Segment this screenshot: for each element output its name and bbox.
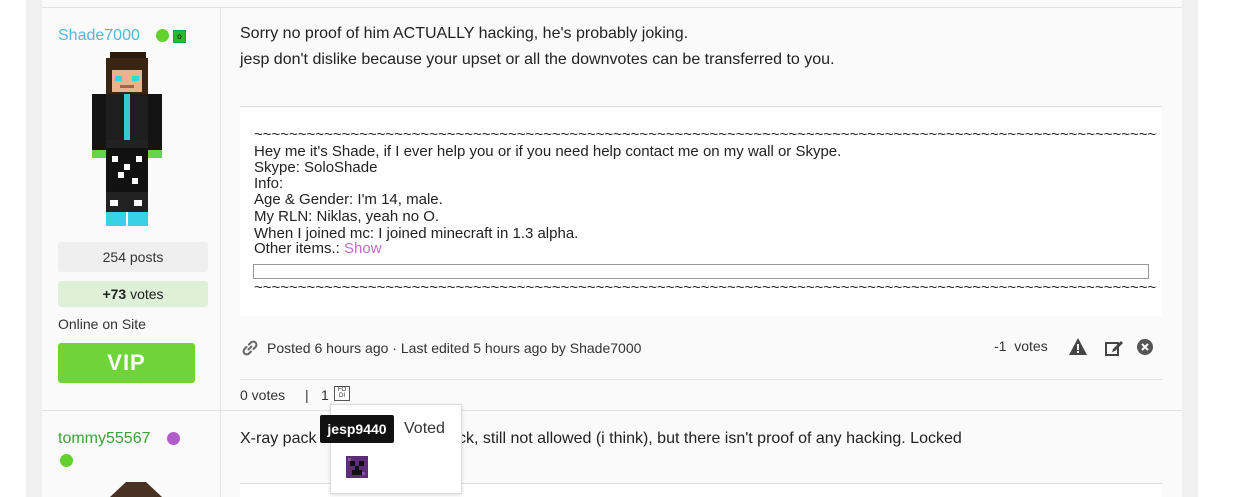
user-column-divider (220, 8, 221, 497)
vote-score-value: -1 (994, 338, 1007, 354)
left-gutter (26, 0, 42, 497)
footer-separator: | (305, 387, 309, 403)
user-votes: +73 votes (58, 281, 208, 307)
author-username[interactable]: tommy55567 (58, 430, 151, 448)
flag-icon[interactable]: FO DI (334, 386, 350, 401)
warning-icon[interactable] (1068, 337, 1088, 357)
signature-line: Age & Gender: I'm 14, male. (254, 191, 443, 208)
vote-score-label: votes (1014, 338, 1048, 354)
post-meta: Posted 6 hours ago · Last edited 5 hours… (267, 340, 641, 356)
flag-count: 1 (321, 387, 329, 403)
right-gutter (1182, 0, 1198, 497)
user-votes-value: +73 (102, 286, 127, 302)
spoiler-box (253, 264, 1149, 279)
post-divider (42, 410, 1182, 411)
divider (240, 379, 1162, 380)
post-vote-score: -1 votes (994, 338, 1048, 354)
signature-rule-top: ~~~~~~~~~~~~~~~~~~~~~~~~~~~~~~~~~~~~~~~~… (254, 126, 1157, 143)
close-icon[interactable] (1136, 338, 1156, 358)
author-avatar[interactable] (88, 52, 166, 232)
author-username[interactable]: Shade7000 (58, 27, 140, 45)
spoiler-show-link[interactable]: Show (344, 240, 382, 257)
meta-separator: · (388, 340, 401, 356)
post-body-line: ck, still not allowed (i think), but the… (458, 430, 962, 447)
user-votes-label: votes (126, 286, 164, 302)
voters-toggle[interactable]: 0 votes (240, 387, 285, 403)
online-status-dot (60, 454, 73, 467)
signature-line: Skype: SoloShade (254, 159, 378, 176)
posted-time[interactable]: Posted 6 hours ago (267, 340, 388, 356)
author-avatar[interactable] (100, 479, 166, 497)
signature-rule-bottom: ~~~~~~~~~~~~~~~~~~~~~~~~~~~~~~~~~~~~~~~~… (254, 279, 1157, 296)
status-dot (167, 432, 180, 445)
post-body-line: jesp don't dislike because your upset or… (240, 51, 835, 68)
link-icon[interactable] (241, 339, 259, 357)
divider (42, 7, 1182, 8)
signature-line: My RLN: Niklas, yeah no O. (254, 208, 440, 225)
voters-popup-title: Voted (404, 420, 445, 437)
vip-rank-badge[interactable]: VIP (58, 343, 195, 383)
other-items-label: Other items.: (254, 240, 345, 257)
post-body-line: Sorry no proof of him ACTUALLY hacking, … (240, 25, 689, 42)
voter-tooltip: jesp9440 (320, 415, 394, 443)
signature-divider (240, 106, 1162, 107)
edited-info: Last edited 5 hours ago by Shade7000 (400, 340, 642, 356)
signature-line: Info: (254, 175, 284, 192)
post-count: 254 posts (58, 242, 208, 272)
signature-line: Hey me it's Shade, if I ever help you or… (254, 143, 842, 160)
post-body-line: X-ray pack (240, 430, 317, 447)
online-status-dot (156, 29, 169, 42)
user-badge-icon: o (173, 30, 186, 43)
online-status: Online on Site (58, 316, 146, 332)
signature-other-items: Other items.: Show (254, 241, 382, 257)
voter-avatar[interactable] (346, 456, 368, 478)
edit-icon[interactable] (1104, 338, 1124, 358)
